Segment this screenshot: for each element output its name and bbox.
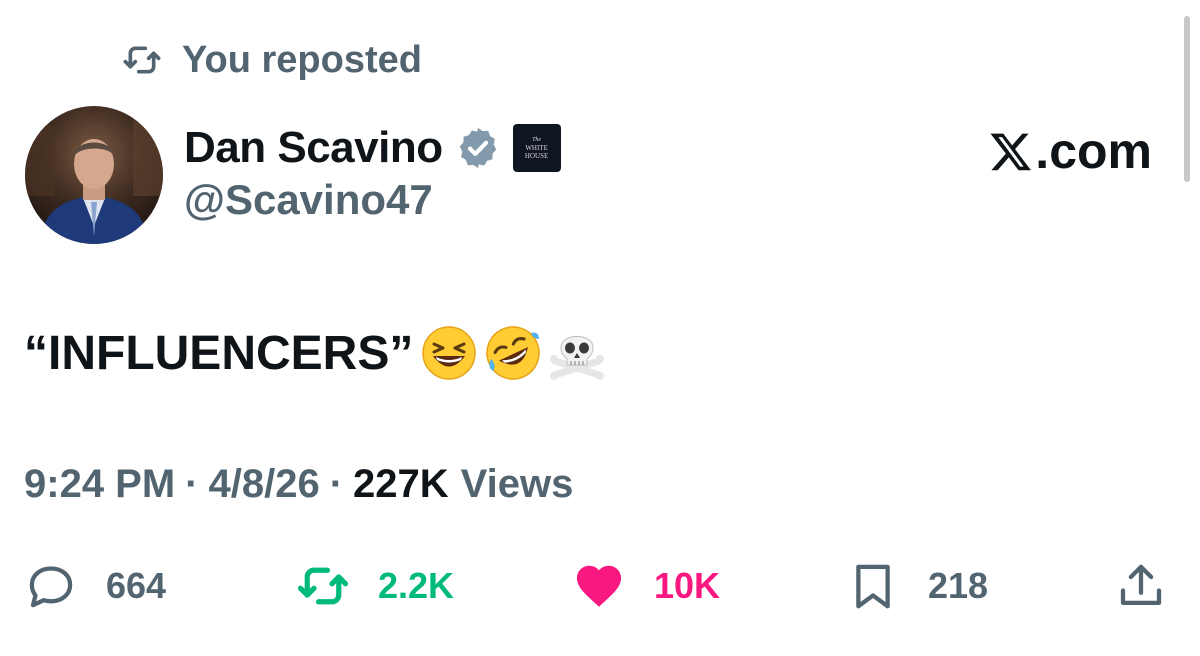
meta-separator: · [185,462,199,506]
affiliation-line-3: HOUSE [524,152,549,160]
author-name-row: Dan Scavino The WHITE HOUSE [184,118,561,178]
tweet-meta: 9:24 PM · 4/8/26 · 227K Views [24,462,573,507]
like-button[interactable]: 10K [572,556,720,616]
bookmark-button[interactable]: 218 [846,556,988,616]
action-bar: 664 2.2K 10K 218 [24,556,1176,616]
heart-icon [572,559,626,613]
meta-separator: · [329,462,344,506]
verified-badge-icon[interactable] [455,125,501,171]
repost-icon [296,559,350,613]
tweet-text: “INFLUENCERS” [24,326,414,380]
bookmark-count: 218 [928,565,989,606]
rolling-on-floor-laughing-icon [485,325,541,381]
repost-button[interactable]: 2.2K [296,556,454,616]
repost-count: 2.2K [378,565,455,606]
like-count: 10K [654,565,721,606]
reply-button[interactable]: 664 [24,556,166,616]
author-handle[interactable]: @Scavino47 [184,176,433,224]
affiliation-line-1: The [532,137,542,143]
views-count: 227K [353,462,449,506]
repost-banner-label: You reposted [182,38,422,81]
bookmark-icon [846,559,900,613]
author-display-name[interactable]: Dan Scavino [184,123,443,173]
tweet-date[interactable]: 4/8/26 [209,462,320,507]
x-logo-icon [989,129,1033,173]
skull-and-crossbones-icon [549,325,605,381]
grinning-squinting-face-icon [421,325,477,381]
affiliation-line-2: WHITE [525,144,548,152]
repost-banner[interactable]: You reposted [118,34,422,86]
repost-icon [118,40,166,80]
views-label: Views [460,462,574,506]
reply-count: 664 [106,565,167,606]
share-icon [1114,559,1168,613]
brand-label: .com [1035,123,1152,179]
share-button[interactable] [1114,556,1168,616]
tweet-body: “INFLUENCERS” [24,318,605,388]
avatar[interactable] [25,106,163,244]
reply-icon [24,559,78,613]
tweet-card: You reposted Dan Scavino The WHITE HOUSE… [0,0,1200,656]
scrollbar-thumb[interactable] [1184,16,1190,182]
affiliation-badge[interactable]: The WHITE HOUSE [512,124,561,172]
tweet-time[interactable]: 9:24 PM [24,462,175,507]
brand-watermark: .com [989,122,1152,180]
